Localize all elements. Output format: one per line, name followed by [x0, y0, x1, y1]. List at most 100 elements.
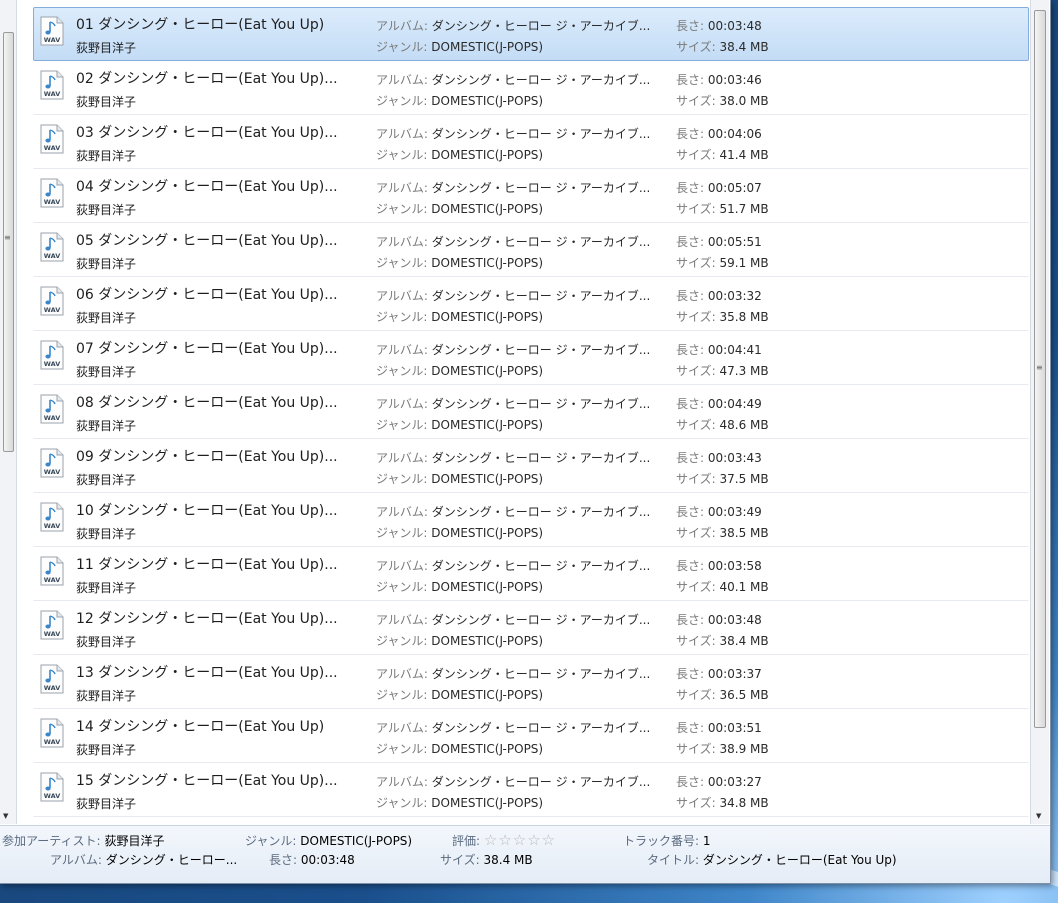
size-label: サイズ:	[676, 148, 716, 162]
list-item[interactable]: WAV 04 ダンシング・ヒーロー(Eat You Up)... 荻野目洋子 アルバム…	[33, 169, 1029, 223]
track-length: 長さ: 00:03:51	[676, 719, 762, 736]
track-genre: ジャンル: DOMESTIC(J-POPS)	[376, 416, 543, 433]
file-list: WAV 01 ダンシング・ヒーロー(Eat You Up) 荻野目洋子 アルバム: ダ…	[33, 7, 1029, 817]
track-genre: ジャンル: DOMESTIC(J-POPS)	[376, 362, 543, 379]
album-value: ダンシング・ヒーロー ジ・アーカイブ...	[431, 775, 651, 789]
track-genre: ジャンル: DOMESTIC(J-POPS)	[376, 524, 543, 541]
length-label: 長さ:	[676, 613, 705, 627]
album-label: アルバム:	[376, 721, 428, 735]
track-title[interactable]: 13 ダンシング・ヒーロー(Eat You Up)...	[76, 662, 338, 682]
detail-contributing-artist-value[interactable]: 荻野目洋子	[104, 834, 164, 848]
wav-file-icon: WAV	[40, 286, 64, 316]
wav-icon-label: WAV	[44, 414, 61, 422]
length-label: 長さ:	[676, 289, 705, 303]
size-label: サイズ:	[676, 40, 716, 54]
list-item[interactable]: WAV 14 ダンシング・ヒーロー(Eat You Up) 荻野目洋子 アルバム: ダ…	[33, 709, 1029, 763]
track-title[interactable]: 11 ダンシング・ヒーロー(Eat You Up)...	[76, 554, 338, 574]
track-title[interactable]: 14 ダンシング・ヒーロー(Eat You Up)	[76, 716, 324, 736]
track-title[interactable]: 15 ダンシング・ヒーロー(Eat You Up)...	[76, 770, 338, 790]
list-item[interactable]: WAV 02 ダンシング・ヒーロー(Eat You Up)... 荻野目洋子 アルバム…	[33, 61, 1029, 115]
left-scroll-thumb[interactable]	[3, 32, 14, 452]
list-item[interactable]: WAV 12 ダンシング・ヒーロー(Eat You Up)... 荻野目洋子 アルバム…	[33, 601, 1029, 655]
list-item[interactable]: WAV 03 ダンシング・ヒーロー(Eat You Up)... 荻野目洋子 アルバム…	[33, 115, 1029, 169]
list-item[interactable]: WAV 11 ダンシング・ヒーロー(Eat You Up)... 荻野目洋子 アルバム…	[33, 547, 1029, 601]
list-item[interactable]: WAV 15 ダンシング・ヒーロー(Eat You Up)... 荻野目洋子 アルバム…	[33, 763, 1029, 817]
wav-file-icon: WAV	[40, 70, 64, 100]
list-item[interactable]: WAV 06 ダンシング・ヒーロー(Eat You Up)... 荻野目洋子 アルバム…	[33, 277, 1029, 331]
size-value: 37.5 MB	[719, 472, 769, 486]
list-item[interactable]: WAV 05 ダンシング・ヒーロー(Eat You Up)... 荻野目洋子 アルバム…	[33, 223, 1029, 277]
scroll-grip-icon: ≡	[1036, 363, 1043, 372]
detail-size-value: 38.4 MB	[483, 853, 533, 867]
list-item[interactable]: WAV 01 ダンシング・ヒーロー(Eat You Up) 荻野目洋子 アルバム: ダ…	[33, 7, 1029, 61]
track-length: 長さ: 00:03:48	[676, 611, 762, 628]
detail-title-value[interactable]: ダンシング・ヒーロー(Eat You Up)	[703, 853, 897, 867]
left-scrollbar[interactable]: ≡ ▼	[0, 0, 17, 824]
album-label: アルバム:	[376, 397, 428, 411]
left-scroll-down-arrow-icon[interactable]: ▼	[3, 812, 8, 820]
track-album: アルバム: ダンシング・ヒーロー ジ・アーカイブ...	[376, 125, 650, 142]
wav-icon-label: WAV	[44, 360, 61, 368]
track-title[interactable]: 02 ダンシング・ヒーロー(Eat You Up)...	[76, 68, 338, 88]
track-album: アルバム: ダンシング・ヒーロー ジ・アーカイブ...	[376, 233, 650, 250]
album-label: アルバム:	[376, 613, 428, 627]
track-title[interactable]: 06 ダンシング・ヒーロー(Eat You Up)...	[76, 284, 338, 304]
genre-value: DOMESTIC(J-POPS)	[431, 796, 544, 810]
genre-label: ジャンル:	[376, 40, 428, 54]
size-value: 35.8 MB	[719, 310, 769, 324]
track-length: 長さ: 00:03:49	[676, 503, 762, 520]
length-value: 00:05:51	[707, 235, 762, 249]
wav-file-icon: WAV	[40, 16, 64, 46]
detail-contributing-artist-label: 参加アーティスト:	[2, 834, 101, 848]
track-title[interactable]: 10 ダンシング・ヒーロー(Eat You Up)...	[76, 500, 338, 520]
album-value: ダンシング・ヒーロー ジ・アーカイブ...	[431, 127, 651, 141]
genre-value: DOMESTIC(J-POPS)	[431, 148, 544, 162]
size-value: 36.5 MB	[719, 688, 769, 702]
track-size: サイズ: 38.0 MB	[676, 92, 769, 109]
track-title[interactable]: 05 ダンシング・ヒーロー(Eat You Up)...	[76, 230, 338, 250]
size-value: 41.4 MB	[719, 148, 769, 162]
wav-icon-label: WAV	[44, 468, 61, 476]
wav-icon-label: WAV	[44, 252, 61, 260]
genre-label: ジャンル:	[376, 688, 428, 702]
list-item[interactable]: WAV 08 ダンシング・ヒーロー(Eat You Up)... 荻野目洋子 アルバム…	[33, 385, 1029, 439]
track-size: サイズ: 35.8 MB	[676, 308, 769, 325]
length-label: 長さ:	[676, 127, 705, 141]
list-item[interactable]: WAV 10 ダンシング・ヒーロー(Eat You Up)... 荻野目洋子 アルバム…	[33, 493, 1029, 547]
track-title[interactable]: 01 ダンシング・ヒーロー(Eat You Up)	[76, 14, 324, 34]
list-item[interactable]: WAV 09 ダンシング・ヒーロー(Eat You Up)... 荻野目洋子 アルバム…	[33, 439, 1029, 493]
track-title[interactable]: 04 ダンシング・ヒーロー(Eat You Up)...	[76, 176, 338, 196]
track-title[interactable]: 08 ダンシング・ヒーロー(Eat You Up)...	[76, 392, 338, 412]
track-title[interactable]: 03 ダンシング・ヒーロー(Eat You Up)...	[76, 122, 338, 142]
list-item[interactable]: WAV 07 ダンシング・ヒーロー(Eat You Up)... 荻野目洋子 アルバム…	[33, 331, 1029, 385]
track-size: サイズ: 36.5 MB	[676, 686, 769, 703]
genre-value: DOMESTIC(J-POPS)	[431, 418, 544, 432]
album-value: ダンシング・ヒーロー ジ・アーカイブ...	[431, 451, 651, 465]
track-title[interactable]: 12 ダンシング・ヒーロー(Eat You Up)...	[76, 608, 338, 628]
track-length: 長さ: 00:03:48	[676, 17, 762, 34]
length-value: 00:05:07	[707, 181, 762, 195]
wav-file-icon: WAV	[40, 340, 64, 370]
track-genre: ジャンル: DOMESTIC(J-POPS)	[376, 308, 543, 325]
detail-album-value[interactable]: ダンシング・ヒーロー...	[106, 853, 237, 867]
scroll-down-arrow-icon[interactable]: ▼	[1036, 812, 1041, 820]
length-value: 00:03:37	[707, 667, 762, 681]
album-label: アルバム:	[376, 451, 428, 465]
list-item[interactable]: WAV 13 ダンシング・ヒーロー(Eat You Up)... 荻野目洋子 アルバム…	[33, 655, 1029, 709]
genre-value: DOMESTIC(J-POPS)	[431, 472, 544, 486]
detail-genre-value[interactable]: DOMESTIC(J-POPS)	[300, 834, 412, 848]
wav-icon-label: WAV	[44, 198, 61, 206]
genre-label: ジャンル:	[376, 796, 428, 810]
album-label: アルバム:	[376, 505, 428, 519]
detail-track-number-value[interactable]: 1	[703, 834, 711, 848]
size-label: サイズ:	[676, 742, 716, 756]
length-value: 00:03:58	[707, 559, 762, 573]
album-label: アルバム:	[376, 19, 428, 33]
track-title[interactable]: 07 ダンシング・ヒーロー(Eat You Up)...	[76, 338, 338, 358]
track-album: アルバム: ダンシング・ヒーロー ジ・アーカイブ...	[376, 395, 650, 412]
track-genre: ジャンル: DOMESTIC(J-POPS)	[376, 794, 543, 811]
track-artist: 荻野目洋子	[76, 149, 137, 163]
track-title[interactable]: 09 ダンシング・ヒーロー(Eat You Up)...	[76, 446, 338, 466]
rating-stars-icon[interactable]: ☆☆☆☆☆	[484, 831, 556, 849]
vertical-scrollbar[interactable]: ≡ ▼	[1030, 0, 1049, 824]
